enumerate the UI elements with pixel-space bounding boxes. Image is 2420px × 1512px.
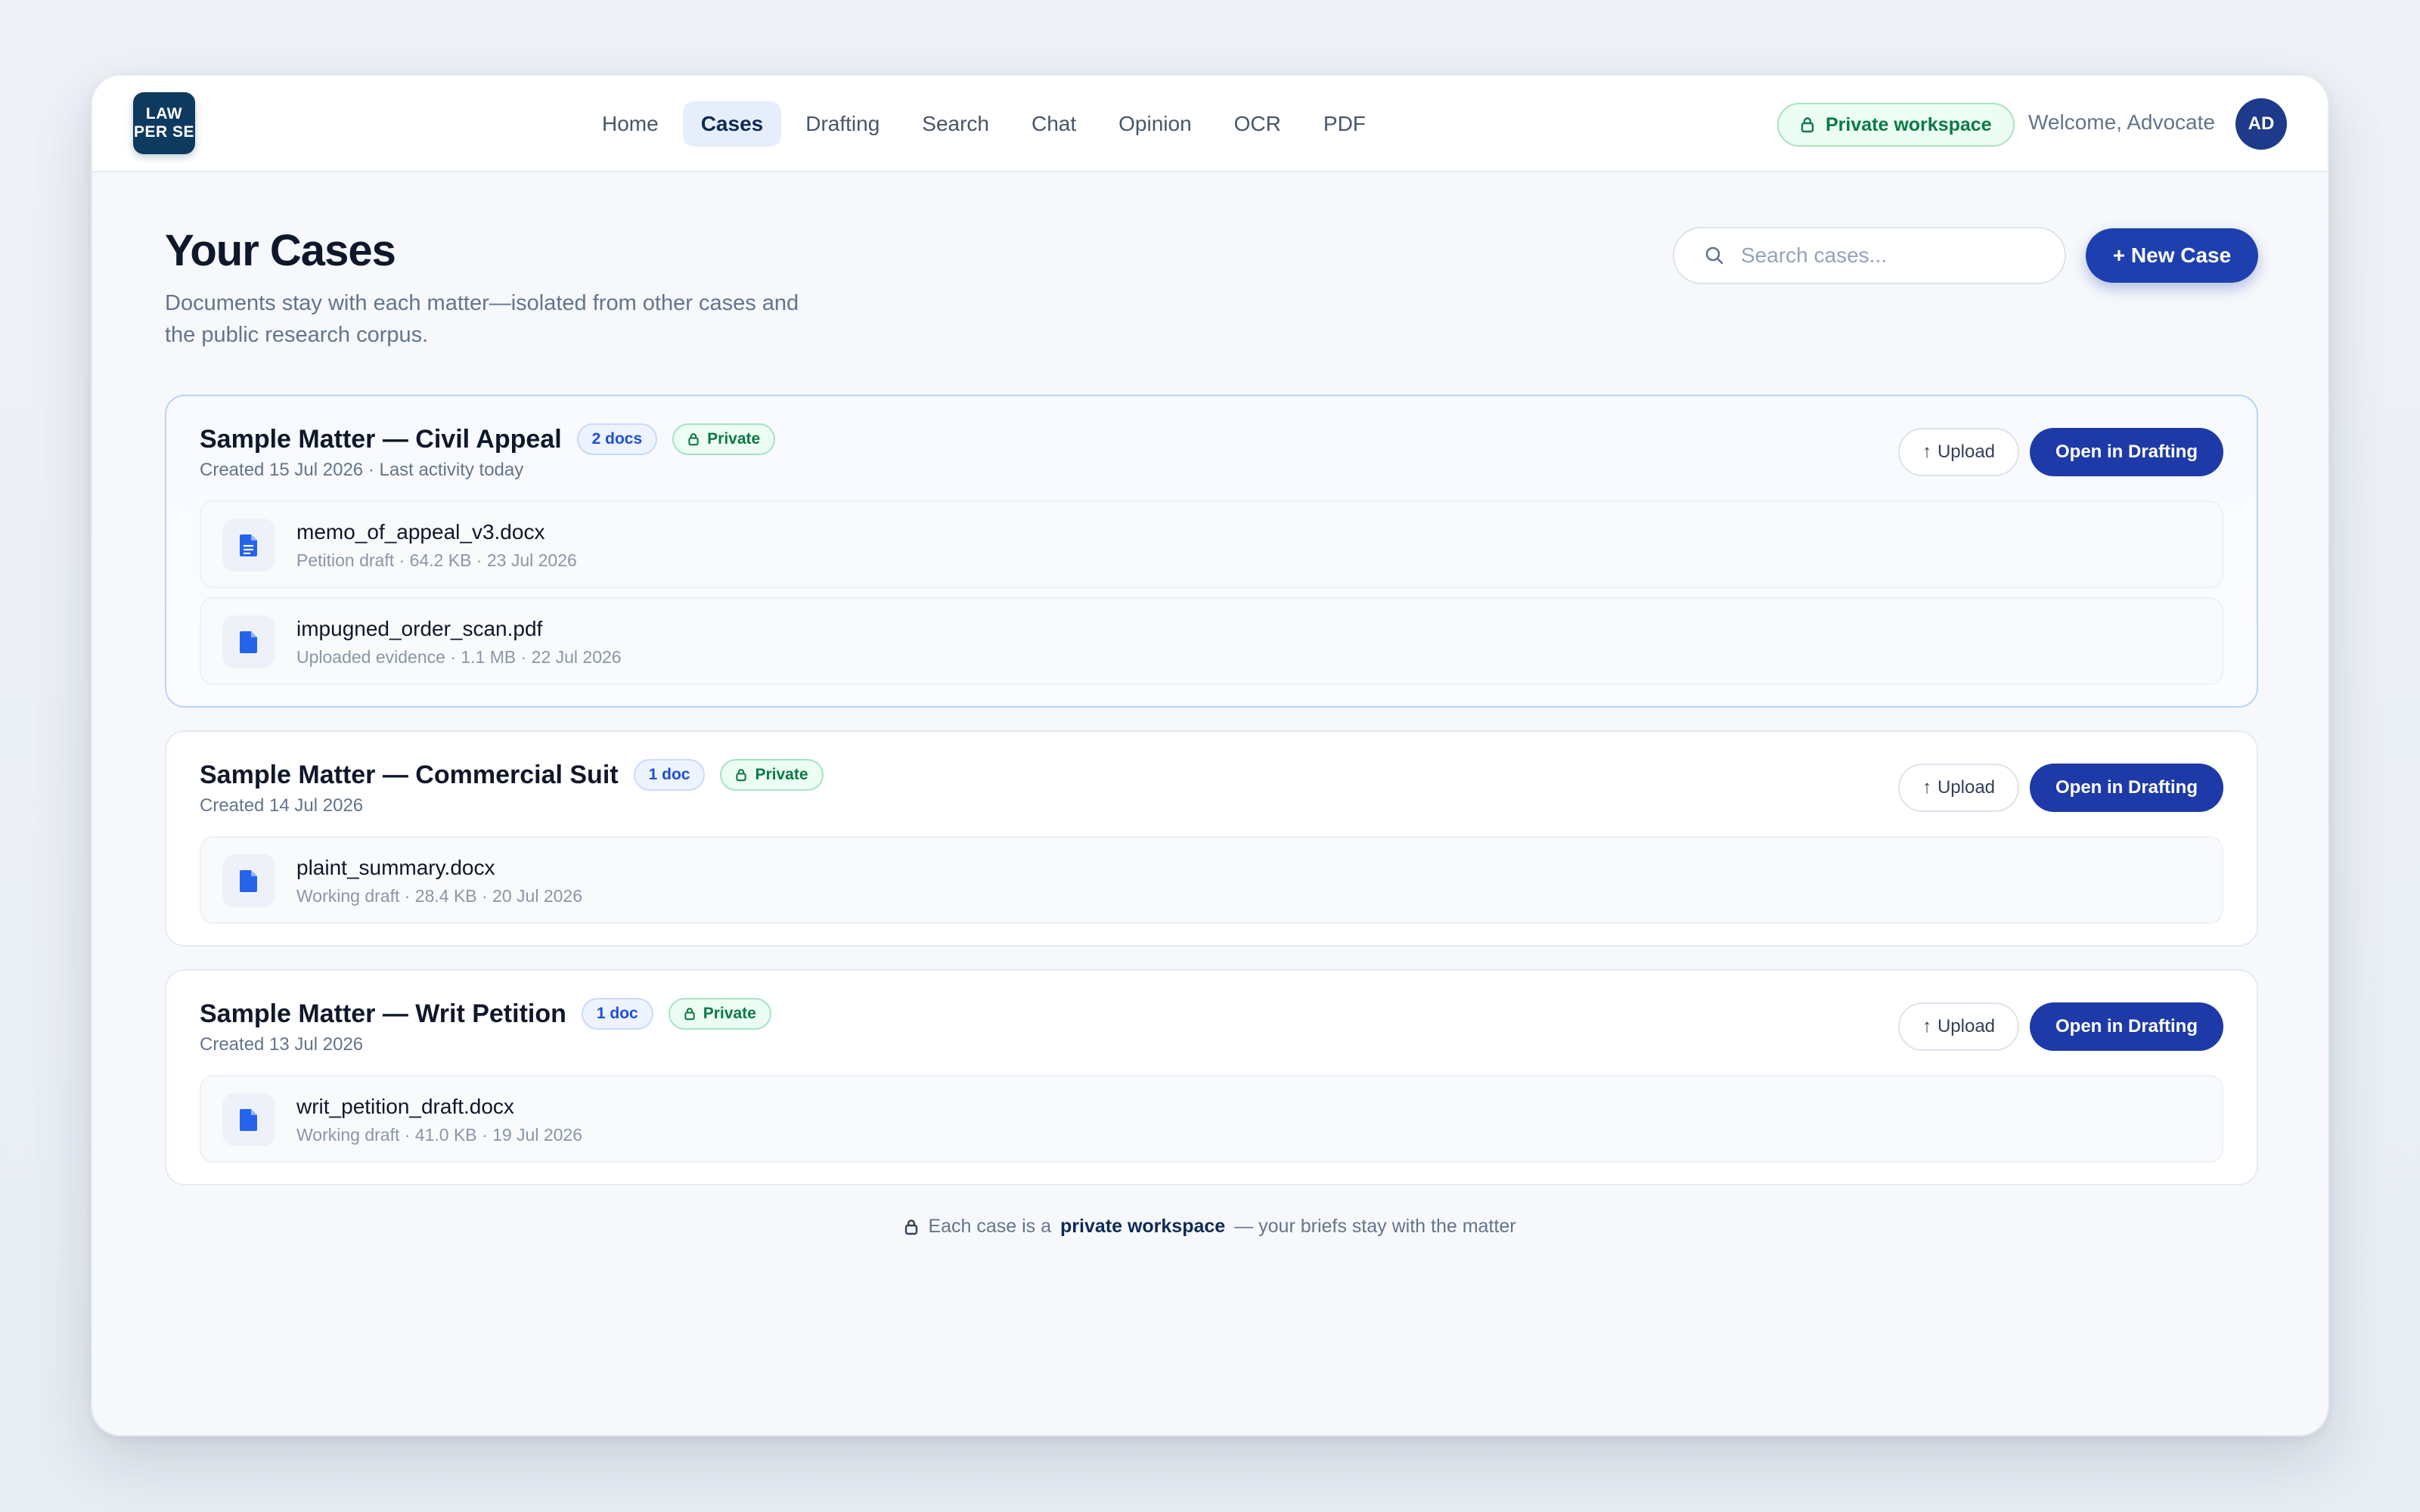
upload-label: Upload xyxy=(1937,1016,1996,1036)
page-subtitle: Documents stay with each matter—isolated… xyxy=(165,291,799,347)
case-card: Sample Matter — Writ Petition 1 doc Priv… xyxy=(165,969,2258,1185)
search-icon xyxy=(1705,246,1723,265)
nav-item-chat[interactable]: Chat xyxy=(1013,101,1094,147)
open-in-drafting-button[interactable]: Open in Drafting xyxy=(2030,1002,2223,1051)
case-meta: Created 15 Jul 2026 · Last activity toda… xyxy=(200,460,524,480)
private-workspace-badge: Private workspace xyxy=(1777,103,2015,147)
doc-count-badge: 1 doc xyxy=(581,998,653,1030)
search-input[interactable] xyxy=(1741,243,2043,268)
top-navbar: LAW PER SE Home Cases Drafting Search Ch… xyxy=(92,76,2328,172)
upload-label: Upload xyxy=(1937,777,1996,798)
welcome-text: Welcome, Advocate xyxy=(2028,110,2215,134)
case-title-row: Sample Matter — Commercial Suit 1 doc Pr… xyxy=(200,759,824,791)
case-name[interactable]: Sample Matter — Commercial Suit xyxy=(200,761,619,790)
document-row[interactable]: plaint_summary.docx Working draft · 28.4… xyxy=(200,836,2223,924)
lock-icon xyxy=(736,769,747,782)
upload-button[interactable]: ↑ Upload xyxy=(1898,764,2019,812)
arrow-up-icon: ↑ xyxy=(1922,1016,1931,1036)
private-badge-label: Private xyxy=(703,1005,756,1022)
document-row[interactable]: memo_of_appeal_v3.docx Petition draft · … xyxy=(200,500,2223,588)
document-name[interactable]: impugned_order_scan.pdf xyxy=(296,617,542,641)
case-meta: Created 13 Jul 2026 xyxy=(200,1034,364,1055)
lock-icon xyxy=(688,433,699,446)
private-workspace-label: Private workspace xyxy=(1826,113,1992,135)
document-lines-icon xyxy=(222,519,275,572)
nav-item-ocr[interactable]: OCR xyxy=(1216,101,1299,147)
nav-item-search[interactable]: Search xyxy=(904,101,1007,147)
main-nav: Home Cases Drafting Search Chat Opinion … xyxy=(584,100,1384,148)
document-meta: Petition draft · 64.2 KB · 23 Jul 2026 xyxy=(296,550,577,570)
avatar[interactable]: AD xyxy=(2235,98,2287,150)
document-meta: Working draft · 41.0 KB · 19 Jul 2026 xyxy=(296,1125,582,1145)
document-meta: Uploaded evidence · 1.1 MB · 22 Jul 2026 xyxy=(296,647,622,667)
upload-label: Upload xyxy=(1937,442,1996,462)
document-row[interactable]: writ_petition_draft.docx Working draft ·… xyxy=(200,1075,2223,1163)
footer-note-emphasis: private workspace xyxy=(1060,1216,1226,1237)
document-icon xyxy=(222,1093,275,1146)
case-title-row: Sample Matter — Civil Appeal 2 docs Priv… xyxy=(200,423,776,455)
brand-logo[interactable]: LAW PER SE xyxy=(133,92,195,154)
case-title-row: Sample Matter — Writ Petition 1 doc Priv… xyxy=(200,998,771,1030)
app-window: LAW PER SE Home Cases Drafting Search Ch… xyxy=(91,74,2329,1436)
brand-logo-line1: LAW xyxy=(145,105,183,122)
open-in-drafting-button[interactable]: Open in Drafting xyxy=(2030,428,2223,476)
footer-note: Each case is a private workspace — your … xyxy=(92,1216,2328,1238)
new-case-button[interactable]: + New Case xyxy=(2086,228,2258,283)
document-icon xyxy=(222,854,275,907)
footer-note-prefix: Each case is a xyxy=(928,1216,1052,1237)
private-badge: Private xyxy=(672,423,776,455)
nav-item-pdf[interactable]: PDF xyxy=(1305,101,1384,147)
footer-note-suffix: — your briefs stay with the matter xyxy=(1234,1216,1516,1237)
doc-count-badge: 1 doc xyxy=(633,759,706,791)
private-badge-label: Private xyxy=(707,430,761,448)
document-name[interactable]: plaint_summary.docx xyxy=(296,856,495,880)
case-name[interactable]: Sample Matter — Civil Appeal xyxy=(200,425,562,454)
open-in-drafting-button[interactable]: Open in Drafting xyxy=(2030,764,2223,812)
nav-item-drafting[interactable]: Drafting xyxy=(787,101,898,147)
case-card: Sample Matter — Commercial Suit 1 doc Pr… xyxy=(165,730,2258,947)
document-name[interactable]: writ_petition_draft.docx xyxy=(296,1095,514,1119)
case-meta: Created 14 Jul 2026 xyxy=(200,795,364,816)
upload-button[interactable]: ↑ Upload xyxy=(1898,428,2019,476)
arrow-up-icon: ↑ xyxy=(1922,442,1931,462)
document-icon xyxy=(222,615,275,668)
document-meta: Working draft · 28.4 KB · 20 Jul 2026 xyxy=(296,886,582,906)
nav-item-home[interactable]: Home xyxy=(584,101,677,147)
private-badge-label: Private xyxy=(755,766,808,783)
arrow-up-icon: ↑ xyxy=(1922,777,1931,798)
case-name[interactable]: Sample Matter — Writ Petition xyxy=(200,999,566,1029)
private-badge: Private xyxy=(668,998,771,1030)
nav-item-cases[interactable]: Cases xyxy=(682,101,782,147)
document-name[interactable]: memo_of_appeal_v3.docx xyxy=(296,520,544,544)
search-cases[interactable] xyxy=(1673,227,2066,284)
brand-logo-line2: PER SE xyxy=(133,123,195,141)
lock-icon xyxy=(1801,117,1814,133)
page-title: Your Cases xyxy=(165,226,396,275)
document-row[interactable]: impugned_order_scan.pdf Uploaded evidenc… xyxy=(200,597,2223,685)
doc-count-badge: 2 docs xyxy=(576,423,658,455)
lock-icon xyxy=(684,1008,695,1021)
lock-icon xyxy=(905,1219,918,1235)
nav-item-opinion[interactable]: Opinion xyxy=(1100,101,1210,147)
case-card: Sample Matter — Civil Appeal 2 docs Priv… xyxy=(165,395,2258,708)
upload-button[interactable]: ↑ Upload xyxy=(1898,1002,2019,1051)
private-badge: Private xyxy=(720,759,824,791)
